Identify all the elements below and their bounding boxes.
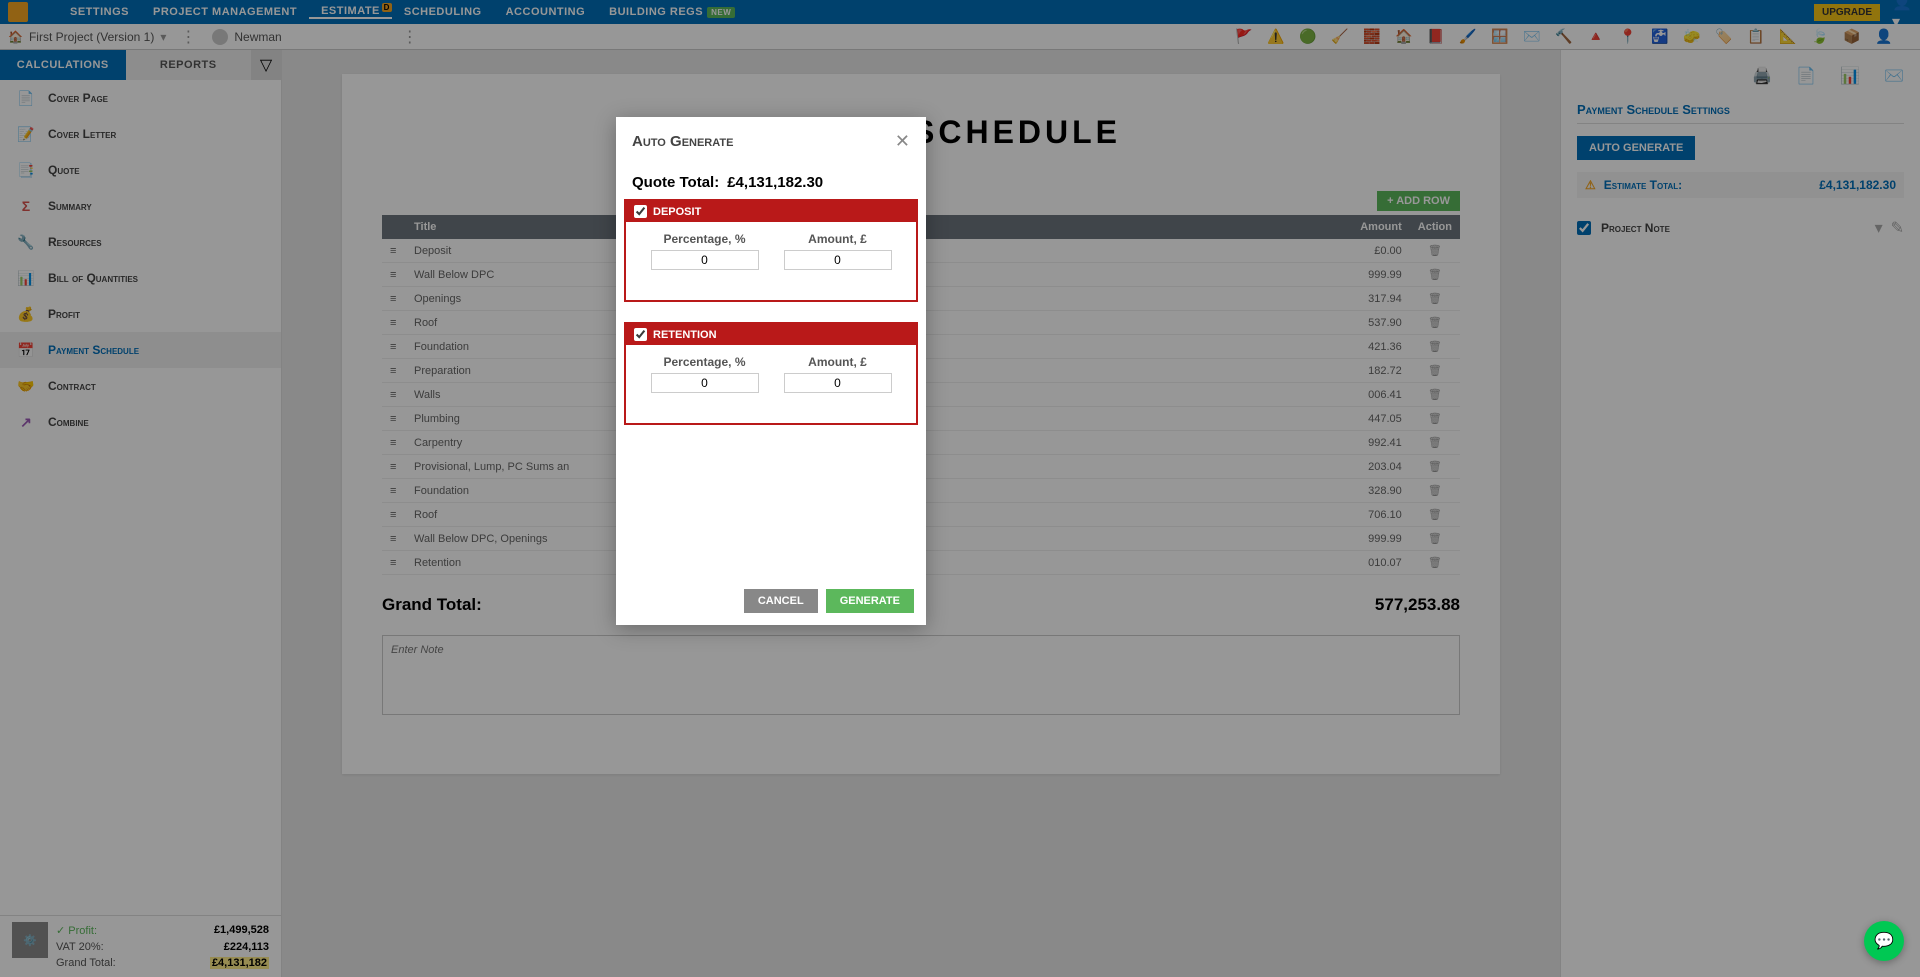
modal-overlay[interactable] (0, 0, 1920, 977)
generate-button[interactable]: GENERATE (826, 589, 914, 613)
retention-amt-label: Amount, £ (784, 355, 892, 369)
deposit-amt-input[interactable] (784, 250, 892, 270)
chat-bubble[interactable]: 💬 (1864, 921, 1904, 961)
quote-total-value: £4,131,182.30 (727, 174, 823, 191)
retention-pct-label: Percentage, % (651, 355, 759, 369)
retention-section: RETENTION Percentage, % Amount, £ (624, 322, 918, 425)
quote-total-label: Quote Total: (632, 174, 719, 191)
auto-generate-modal: Auto Generate ✕ Quote Total: £4,131,182.… (616, 117, 926, 625)
deposit-section: DEPOSIT Percentage, % Amount, £ (624, 199, 918, 302)
deposit-amt-label: Amount, £ (784, 232, 892, 246)
deposit-checkbox[interactable] (634, 205, 647, 218)
close-icon[interactable]: ✕ (895, 131, 910, 152)
retention-checkbox[interactable] (634, 328, 647, 341)
deposit-pct-input[interactable] (651, 250, 759, 270)
retention-pct-input[interactable] (651, 373, 759, 393)
deposit-pct-label: Percentage, % (651, 232, 759, 246)
cancel-button[interactable]: CANCEL (744, 589, 818, 613)
modal-title: Auto Generate (632, 133, 733, 150)
retention-amt-input[interactable] (784, 373, 892, 393)
